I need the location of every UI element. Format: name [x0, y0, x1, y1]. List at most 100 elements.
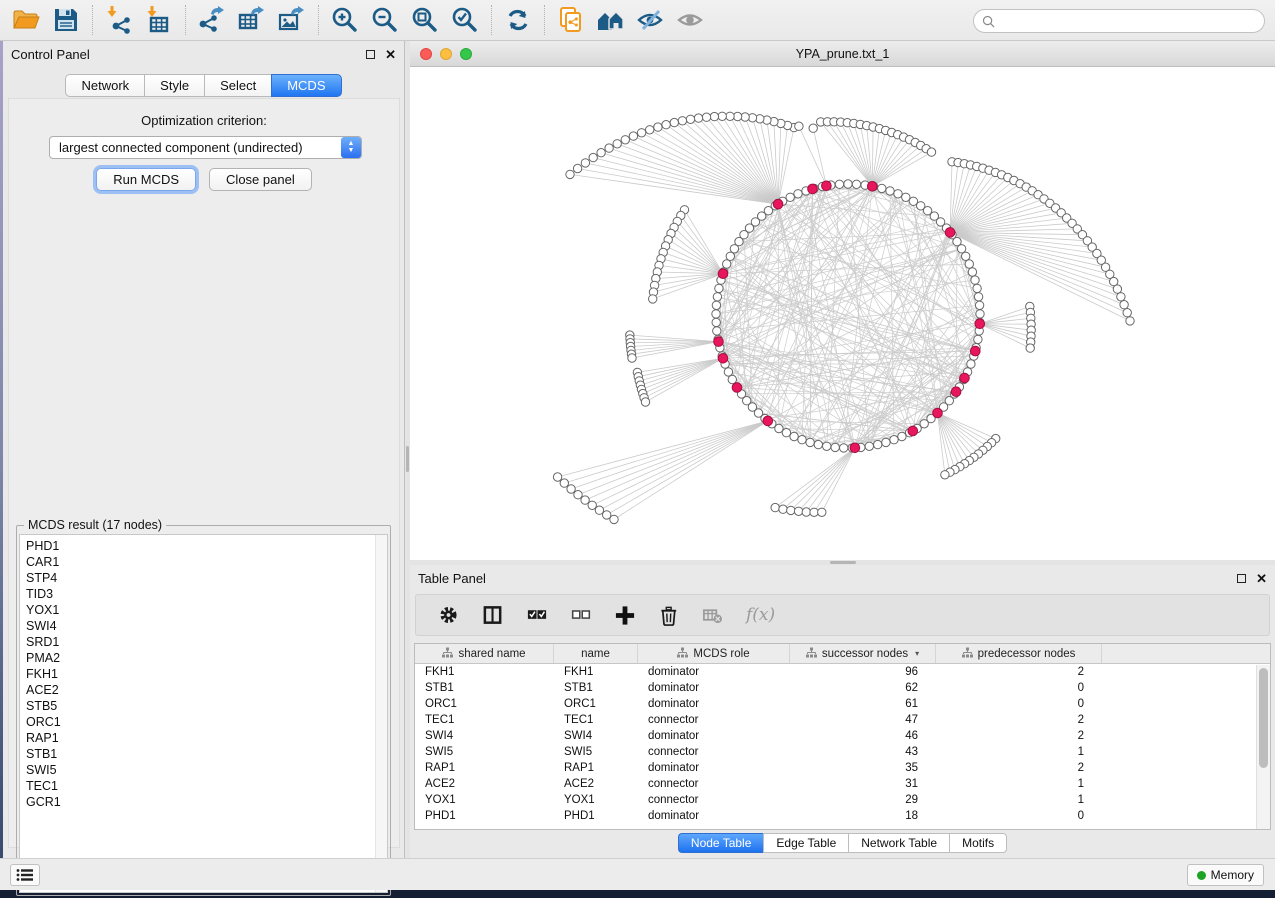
mcds-result-item[interactable]: SWI4 — [20, 618, 387, 634]
table-scrollbar[interactable] — [1256, 665, 1270, 829]
mcds-result-item[interactable]: GCR1 — [20, 794, 387, 810]
close-table-panel-icon[interactable]: ✕ — [1256, 574, 1267, 583]
open-file-icon[interactable] — [6, 3, 46, 37]
table-cell[interactable]: 61 — [790, 696, 936, 712]
table-row[interactable]: SWI5SWI5connector431 — [415, 744, 1270, 760]
table-cell[interactable]: FKH1 — [415, 664, 554, 680]
float-table-panel-icon[interactable] — [1237, 574, 1246, 583]
delete-column-icon[interactable] — [658, 604, 680, 627]
table-cell[interactable]: SWI4 — [554, 728, 638, 744]
new-network-from-selection-icon[interactable] — [551, 3, 591, 37]
table-cell[interactable]: ORC1 — [554, 696, 638, 712]
show-columns-icon[interactable] — [482, 604, 504, 627]
table-cell[interactable]: dominator — [638, 696, 790, 712]
zoom-selected-icon[interactable] — [445, 3, 485, 37]
table-cell[interactable]: SWI5 — [554, 744, 638, 760]
maximize-window-icon[interactable] — [460, 48, 472, 60]
mcds-result-item[interactable]: SRD1 — [20, 634, 387, 650]
table-cell[interactable]: SWI4 — [415, 728, 554, 744]
table-cell[interactable]: dominator — [638, 728, 790, 744]
function-builder-icon[interactable]: f(x) — [746, 605, 775, 625]
add-column-icon[interactable] — [614, 604, 636, 627]
task-history-button[interactable] — [10, 864, 40, 886]
memory-button[interactable]: Memory — [1187, 864, 1264, 886]
table-row[interactable]: RAP1RAP1dominator352 — [415, 760, 1270, 776]
table-cell[interactable]: dominator — [638, 760, 790, 776]
tab-motifs[interactable]: Motifs — [949, 833, 1007, 853]
table-cell[interactable]: 2 — [936, 760, 1102, 776]
table-row[interactable]: ACE2ACE2connector311 — [415, 776, 1270, 792]
table-cell[interactable]: 62 — [790, 680, 936, 696]
export-image-icon[interactable] — [272, 3, 312, 37]
table-cell[interactable]: STB1 — [554, 680, 638, 696]
table-cell[interactable]: ACE2 — [415, 776, 554, 792]
first-neighbors-icon[interactable] — [591, 3, 631, 37]
hide-graphics-details-icon[interactable] — [631, 3, 671, 37]
mcds-result-item[interactable]: ORC1 — [20, 714, 387, 730]
table-cell[interactable]: 1 — [936, 792, 1102, 808]
table-cell[interactable]: ACE2 — [554, 776, 638, 792]
table-row[interactable]: SWI4SWI4dominator462 — [415, 728, 1270, 744]
table-cell[interactable]: 1 — [936, 744, 1102, 760]
mcds-result-item[interactable]: STB1 — [20, 746, 387, 762]
delete-table-icon[interactable] — [702, 604, 724, 627]
table-cell[interactable]: 35 — [790, 760, 936, 776]
table-cell[interactable]: 29 — [790, 792, 936, 808]
table-cell[interactable]: connector — [638, 712, 790, 728]
tab-node-table[interactable]: Node Table — [678, 833, 764, 853]
settings-gear-icon[interactable] — [438, 604, 460, 627]
column-header-successor-nodes[interactable]: successor nodes▾ — [790, 644, 936, 663]
float-panel-icon[interactable] — [366, 50, 375, 59]
mcds-result-item[interactable]: SWI5 — [20, 762, 387, 778]
export-table-icon[interactable] — [232, 3, 272, 37]
table-cell[interactable]: 2 — [936, 664, 1102, 680]
table-cell[interactable]: RAP1 — [554, 760, 638, 776]
table-cell[interactable]: STB1 — [415, 680, 554, 696]
mcds-result-item[interactable]: YOX1 — [20, 602, 387, 618]
close-panel-icon[interactable]: ✕ — [385, 50, 396, 59]
table-cell[interactable]: 96 — [790, 664, 936, 680]
table-row[interactable]: FKH1FKH1dominator962 — [415, 664, 1270, 680]
table-cell[interactable]: PHD1 — [415, 808, 554, 824]
table-row[interactable]: STB1STB1dominator620 — [415, 680, 1270, 696]
run-mcds-button[interactable]: Run MCDS — [96, 168, 196, 191]
table-cell[interactable]: 2 — [936, 712, 1102, 728]
column-header-MCDS-role[interactable]: MCDS role — [638, 644, 790, 663]
deselect-all-checkboxes-icon[interactable] — [570, 604, 592, 627]
zoom-fit-icon[interactable] — [405, 3, 445, 37]
column-header-predecessor-nodes[interactable]: predecessor nodes — [936, 644, 1102, 663]
table-cell[interactable]: dominator — [638, 808, 790, 824]
table-cell[interactable]: YOX1 — [554, 792, 638, 808]
mcds-result-item[interactable]: TEC1 — [20, 778, 387, 794]
mcds-result-item[interactable]: STP4 — [20, 570, 387, 586]
column-header-shared-name[interactable]: shared name — [415, 644, 554, 663]
table-cell[interactable]: dominator — [638, 680, 790, 696]
mcds-result-item[interactable]: TID3 — [20, 586, 387, 602]
close-panel-button[interactable]: Close panel — [209, 168, 312, 191]
tab-edge-table[interactable]: Edge Table — [763, 833, 848, 853]
save-session-icon[interactable] — [46, 3, 86, 37]
show-graphics-details-icon[interactable] — [671, 3, 711, 37]
table-cell[interactable]: 43 — [790, 744, 936, 760]
mcds-result-item[interactable]: FKH1 — [20, 666, 387, 682]
table-row[interactable]: PHD1PHD1dominator180 — [415, 808, 1270, 824]
import-network-icon[interactable] — [99, 3, 139, 37]
table-cell[interactable]: TEC1 — [415, 712, 554, 728]
table-cell[interactable]: ORC1 — [415, 696, 554, 712]
mcds-result-item[interactable]: CAR1 — [20, 554, 387, 570]
table-cell[interactable]: 2 — [936, 728, 1102, 744]
table-cell[interactable]: TEC1 — [554, 712, 638, 728]
mcds-result-item[interactable]: STB5 — [20, 698, 387, 714]
table-cell[interactable]: FKH1 — [554, 664, 638, 680]
table-cell[interactable]: 31 — [790, 776, 936, 792]
import-table-icon[interactable] — [139, 3, 179, 37]
table-cell[interactable]: 47 — [790, 712, 936, 728]
zoom-out-icon[interactable] — [365, 3, 405, 37]
table-cell[interactable]: YOX1 — [415, 792, 554, 808]
select-all-checkboxes-icon[interactable] — [526, 604, 548, 627]
mcds-result-item[interactable]: ACE2 — [20, 682, 387, 698]
column-header-name[interactable]: name — [554, 644, 638, 663]
tab-select[interactable]: Select — [204, 74, 271, 97]
table-cell[interactable]: 0 — [936, 696, 1102, 712]
table-cell[interactable]: PHD1 — [554, 808, 638, 824]
